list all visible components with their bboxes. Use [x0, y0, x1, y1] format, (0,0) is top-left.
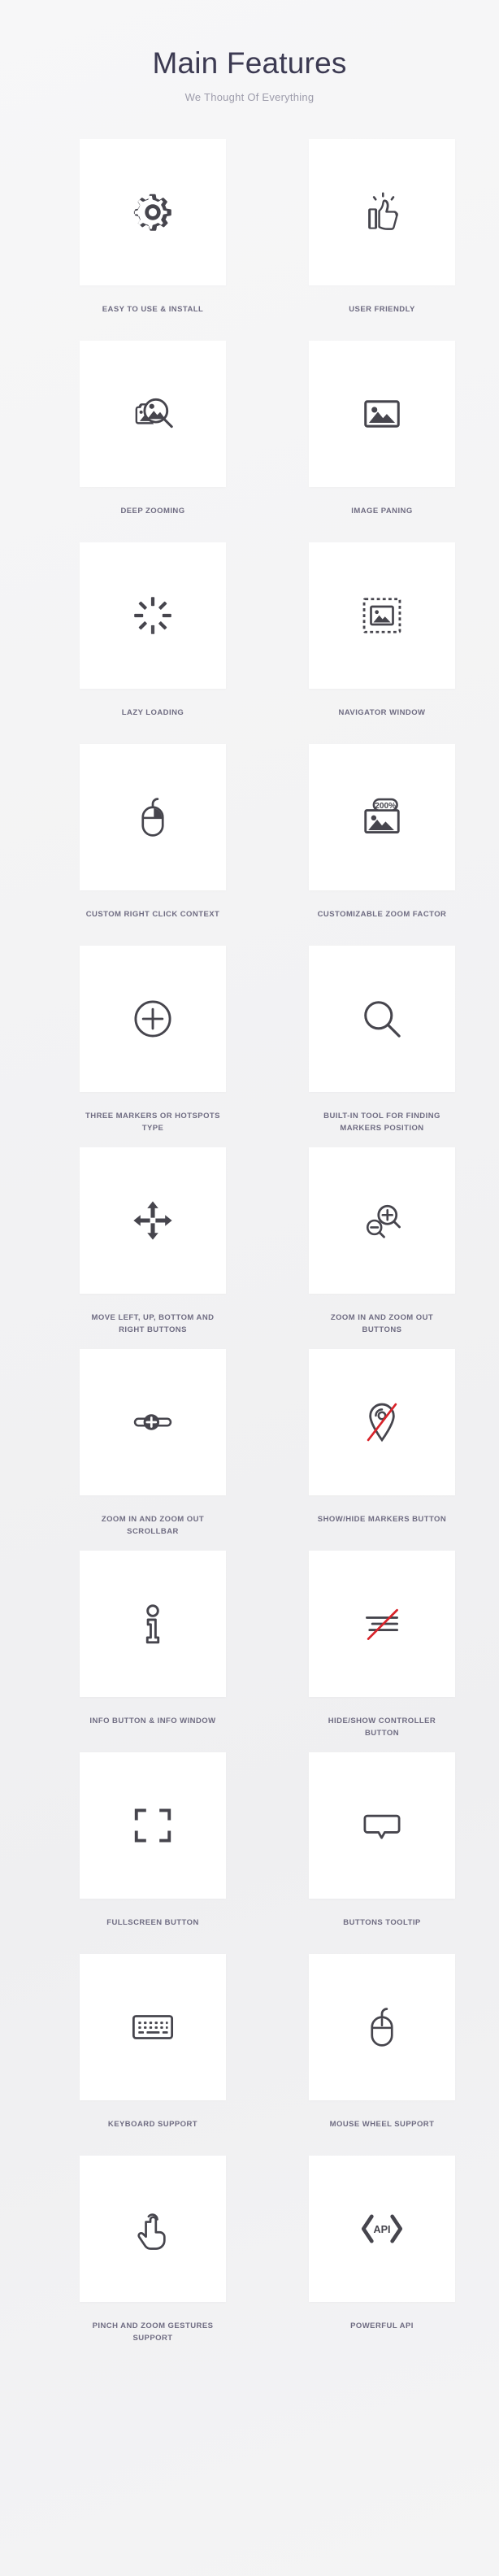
feature-label: POWERFUL API [350, 2321, 414, 2330]
spinner-icon [134, 596, 171, 634]
feature-cell: USER FRIENDLY [270, 138, 494, 329]
feature-card[interactable] [80, 542, 226, 689]
feature-label: BUILT-IN TOOL FOR FINDING MARKERS POSITI… [323, 1111, 440, 1134]
feature-card[interactable] [309, 542, 455, 689]
feature-card[interactable] [80, 1953, 226, 2100]
feature-label: IMAGE PANING [351, 506, 413, 516]
zoom-in-out-icon [366, 1204, 401, 1238]
controller-hidden-icon [366, 1608, 398, 1640]
feature-label: KEYBOARD SUPPORT [107, 2119, 198, 2129]
feature-label: CUSTOM RIGHT CLICK CONTEXT [85, 909, 220, 919]
page-title: Main Features [152, 46, 347, 80]
feature-card[interactable] [309, 1751, 455, 1899]
fullscreen-icon [134, 1808, 171, 1843]
icon-badge-text: API [373, 2224, 390, 2235]
feature-label: INFO BUTTON & INFO WINDOW [89, 1716, 216, 1725]
features-grid: EASY TO USE & INSTALL USER FRIENDLY DEEP Z… [0, 138, 499, 2357]
navigator-window-icon [362, 598, 401, 633]
feature-card[interactable] [80, 1550, 226, 1697]
feature-card[interactable] [80, 1348, 226, 1495]
pinch-gesture-icon [137, 2213, 166, 2250]
keyboard-icon [132, 2014, 174, 2039]
feature-cell: 200% CUSTOMIZABLE ZOOM FACTOR [270, 743, 494, 933]
feature-card[interactable] [80, 1751, 226, 1899]
feature-card[interactable] [80, 138, 226, 285]
feature-card[interactable]: 200% [309, 743, 455, 890]
feature-label: PINCH AND ZOOM GESTURES SUPPORT [92, 2321, 214, 2343]
page-header: Main Features We Thought Of Everything [0, 0, 499, 103]
feature-card[interactable] [309, 1550, 455, 1697]
feature-label: DEEP ZOOMING [120, 506, 185, 516]
icon-badge-text: 200% [375, 802, 396, 811]
info-icon [145, 1603, 160, 1643]
feature-cell: CUSTOM RIGHT CLICK CONTEXT [41, 743, 265, 933]
tooltip-icon [363, 1814, 401, 1839]
magnifier-icon [364, 1000, 401, 1038]
thumbs-up-icon [368, 192, 398, 230]
feature-card[interactable] [309, 138, 455, 285]
feature-cell: THREE MARKERS OR HOTSPOTS TYPE [41, 945, 265, 1135]
feature-card[interactable] [309, 340, 455, 487]
feature-label: CUSTOMIZABLE ZOOM FACTOR [317, 909, 447, 919]
feature-label: EASY TO USE & INSTALL [102, 304, 204, 314]
feature-label: SHOW/HIDE MARKERS BUTTON [317, 1514, 447, 1524]
features-page: Main Features We Thought Of Everything E… [0, 0, 499, 2576]
feature-cell: LAZY LOADING [41, 542, 265, 732]
feature-label: ZOOM IN AND ZOOM OUT SCROLLBAR [101, 1514, 205, 1537]
zoom-factor-icon: 200% [364, 798, 400, 833]
image-magnifier-icon [134, 398, 173, 428]
feature-cell: FULLSCREEN BUTTON [41, 1751, 265, 1942]
feature-label: THREE MARKERS OR HOTSPOTS TYPE [85, 1111, 220, 1134]
move-arrows-icon [133, 1201, 172, 1240]
marker-hidden-icon [367, 1403, 397, 1442]
page-subtitle: We Thought Of Everything [184, 90, 315, 103]
feature-label: MOUSE WHEEL SUPPORT [329, 2119, 435, 2129]
feature-label: USER FRIENDLY [349, 304, 415, 314]
feature-card[interactable]: API [309, 2155, 455, 2302]
feature-cell: API POWERFUL API [270, 2155, 494, 2345]
mouse-wheel-icon [371, 2007, 393, 2047]
feature-cell: KEYBOARD SUPPORT [41, 1953, 265, 2143]
feature-cell: IMAGE PANING [270, 340, 494, 530]
api-icon: API [360, 2207, 404, 2251]
zoom-slider-icon [133, 1412, 172, 1431]
image-icon [364, 399, 400, 428]
feature-cell: SHOW/HIDE MARKERS BUTTON [270, 1348, 494, 1538]
feature-cell: BUTTONS TOOLTIP [270, 1751, 494, 1942]
feature-card[interactable] [309, 945, 455, 1092]
feature-label: BUTTONS TOOLTIP [343, 1917, 421, 1927]
feature-label: LAZY LOADING [121, 707, 184, 717]
feature-label: MOVE LEFT, UP, BOTTOM AND RIGHT BUTTONS [91, 1312, 215, 1335]
feature-card[interactable] [80, 2155, 226, 2302]
feature-card[interactable] [309, 1348, 455, 1495]
feature-card[interactable] [80, 1147, 226, 1294]
feature-cell: DEEP ZOOMING [41, 340, 265, 530]
feature-label: ZOOM IN AND ZOOM OUT BUTTONS [330, 1312, 434, 1335]
feature-cell: INFO BUTTON & INFO WINDOW [41, 1550, 265, 1740]
feature-label: HIDE/SHOW CONTROLLER BUTTON [328, 1716, 436, 1738]
gear-icon [133, 194, 171, 231]
feature-card[interactable] [80, 945, 226, 1092]
feature-cell: ZOOM IN AND ZOOM OUT BUTTONS [270, 1147, 494, 1337]
feature-card[interactable] [309, 1147, 455, 1294]
feature-card[interactable] [80, 743, 226, 890]
feature-card[interactable] [309, 1953, 455, 2100]
feature-cell: ZOOM IN AND ZOOM OUT SCROLLBAR [41, 1348, 265, 1538]
feature-cell: HIDE/SHOW CONTROLLER BUTTON [270, 1550, 494, 1740]
feature-label: NAVIGATOR WINDOW [338, 707, 426, 717]
feature-cell: MOVE LEFT, UP, BOTTOM AND RIGHT BUTTONS [41, 1147, 265, 1337]
feature-label: FULLSCREEN BUTTON [106, 1917, 199, 1927]
feature-cell: EASY TO USE & INSTALL [41, 138, 265, 329]
mouse-right-click-icon [141, 797, 164, 837]
feature-card[interactable] [80, 340, 226, 487]
feature-cell: MOUSE WHEEL SUPPORT [270, 1953, 494, 2143]
feature-cell: BUILT-IN TOOL FOR FINDING MARKERS POSITI… [270, 945, 494, 1135]
feature-cell: NAVIGATOR WINDOW [270, 542, 494, 732]
plus-circle-icon [134, 1000, 171, 1038]
feature-cell: PINCH AND ZOOM GESTURES SUPPORT [41, 2155, 265, 2345]
